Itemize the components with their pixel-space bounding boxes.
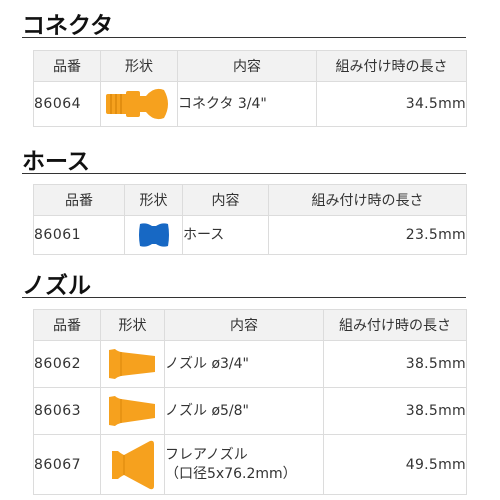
table-row: 86063 ノズル ø5/8" 38.5mm — [33, 387, 467, 435]
content-cell: コネクタ 3/4" — [177, 81, 317, 127]
column-header-part-number: 品番 — [33, 184, 125, 216]
content-text-line-1: フレアノズル — [165, 446, 248, 463]
table-row: 86067 フレアノズル （口径5x76.2mm） 49.5mm — [33, 434, 467, 495]
section-title-connector: コネクタ — [22, 13, 114, 39]
content-text: ホース — [183, 226, 225, 243]
part-number: 86062 — [33, 340, 101, 388]
hose-segment-icon — [138, 223, 169, 247]
column-header-shape: 形状 — [100, 309, 165, 341]
flare-nozzle-icon — [111, 440, 154, 489]
assembled-length: 38.5mm — [323, 387, 467, 435]
part-number: 86067 — [33, 434, 101, 495]
column-header-assembled-length: 組み付け時の長さ — [323, 309, 467, 341]
part-number: 86063 — [33, 387, 101, 435]
table-header-row: 品番 形状 内容 組み付け時の長さ — [33, 184, 467, 216]
table-header-row: 品番 形状 内容 組み付け時の長さ — [33, 50, 467, 82]
section-title-nozzle: ノズル — [22, 273, 91, 299]
content-cell: ホース — [182, 215, 269, 255]
round-nozzle-icon — [108, 349, 155, 379]
assembled-length: 34.5mm — [316, 81, 467, 127]
content-text: コネクタ 3/4" — [178, 95, 267, 112]
content-cell: フレアノズル （口径5x76.2mm） — [164, 434, 324, 495]
column-header-content: 内容 — [177, 50, 317, 82]
assembled-length: 49.5mm — [323, 434, 467, 495]
shape-cell — [100, 387, 165, 435]
assembled-length: 38.5mm — [323, 340, 467, 388]
nozzle-table: 品番 形状 内容 組み付け時の長さ 86062 ノズル ø3/4" 38.5mm… — [33, 309, 467, 495]
shape-cell — [100, 340, 165, 388]
part-number: 86061 — [33, 215, 125, 255]
shape-cell — [124, 215, 183, 255]
column-header-part-number: 品番 — [33, 50, 101, 82]
section-divider — [22, 173, 466, 174]
section-divider — [22, 37, 466, 38]
content-text: ノズル ø5/8" — [165, 402, 249, 419]
table-header-row: 品番 形状 内容 組み付け時の長さ — [33, 309, 467, 341]
part-number: 86064 — [33, 81, 101, 127]
column-header-assembled-length: 組み付け時の長さ — [268, 184, 467, 216]
connector-table: 品番 形状 内容 組み付け時の長さ 86064 コネクタ 3/4" 34.5mm — [33, 50, 467, 127]
content-text: ノズル ø3/4" — [165, 355, 249, 372]
content-cell: ノズル ø3/4" — [164, 340, 324, 388]
shape-cell — [100, 81, 178, 127]
table-row: 86061 ホース 23.5mm — [33, 215, 467, 255]
content-text-line-2: （口径5x76.2mm） — [165, 465, 297, 482]
section-divider — [22, 297, 466, 298]
column-header-part-number: 品番 — [33, 309, 101, 341]
connector-icon — [106, 88, 168, 120]
column-header-assembled-length: 組み付け時の長さ — [316, 50, 467, 82]
column-header-content: 内容 — [164, 309, 324, 341]
assembled-length: 23.5mm — [268, 215, 467, 255]
round-nozzle-icon — [108, 396, 155, 426]
shape-cell — [100, 434, 165, 495]
table-row: 86062 ノズル ø3/4" 38.5mm — [33, 340, 467, 388]
section-title-hose: ホース — [22, 149, 90, 175]
table-row: 86064 コネクタ 3/4" 34.5mm — [33, 81, 467, 127]
column-header-shape: 形状 — [124, 184, 183, 216]
column-header-shape: 形状 — [100, 50, 178, 82]
hose-table: 品番 形状 内容 組み付け時の長さ 86061 ホース 23.5mm — [33, 184, 467, 255]
content-cell: ノズル ø5/8" — [164, 387, 324, 435]
column-header-content: 内容 — [182, 184, 269, 216]
